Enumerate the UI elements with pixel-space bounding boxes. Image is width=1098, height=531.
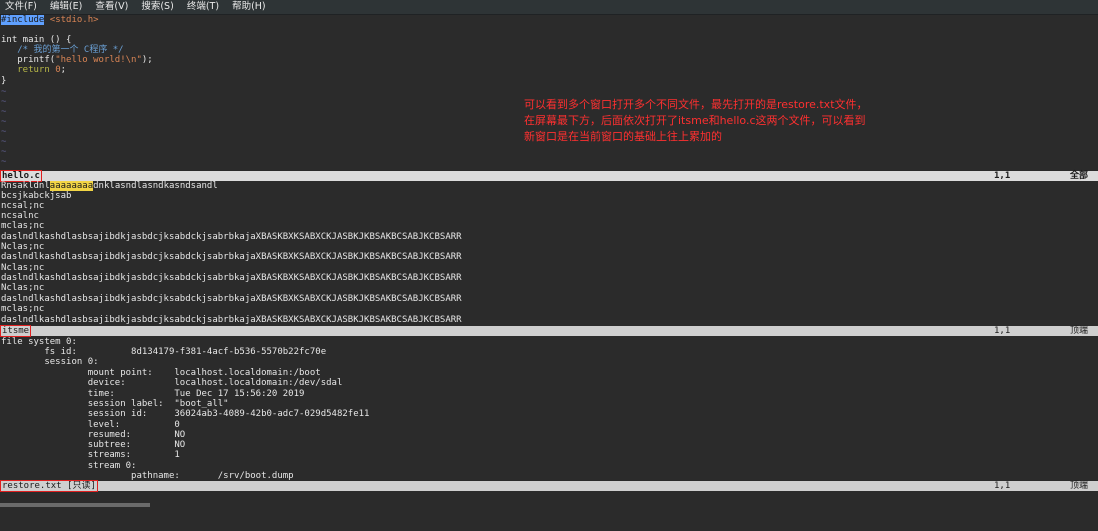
search-highlight: aaaaaaaa [49,181,94,191]
code-line: printf("hello world!\n"); [1,55,153,65]
menu-terminal[interactable]: 终端(T) [182,0,224,14]
text-line: Nclas;nc [1,263,45,273]
scroll-indicator: 顶端 [1069,481,1088,491]
text-line: subtree: NO [1,440,186,450]
empty-line-marker: ~ [1,117,7,127]
menu-view[interactable]: 查看(V) [90,0,133,14]
status-line-itsme[interactable]: itsme 1,1 顶端 [0,325,1098,337]
horizontal-scrollbar[interactable] [0,503,150,507]
empty-line-marker: ~ [1,137,7,147]
printf-end: ); [141,55,153,65]
text-line: ncsalnc [1,211,39,221]
text-line: file system 0: [1,337,77,347]
text-suffix: dnklasndlasndkasndsandl [93,181,218,191]
status-filename: itsme [0,325,32,337]
text-line: pathname: /srv/boot.dump [1,471,294,481]
menu-help[interactable]: 帮助(H) [227,0,271,14]
annotation-line: 在屏幕最下方，后面依次打开了itsme和hello.c这两个文件，可以看到 [524,114,866,127]
code-line: #include <stdio.h> [1,15,99,25]
text-line: daslndlkashdlasbsajibdkjasbdcjksabdckjsa… [1,294,462,304]
code-line: return 0; [1,65,66,75]
text-prefix: Rnsakldnl [1,181,50,191]
empty-line-marker: ~ [1,127,7,137]
text-line: level: 0 [1,420,180,430]
code-line: } [1,76,7,86]
text-line: time: Tue Dec 17 15:56:20 2019 [1,389,305,399]
text-line: Nclas;nc [1,283,45,293]
text-line: session id: 36024ab3-4089-42b0-adc7-029d… [1,409,370,419]
return-keyword: return [1,65,56,75]
annotation-line: 可以看到多个窗口打开多个不同文件，最先打开的是restore.txt文件， [524,98,868,111]
code-comment: /* 我的第一个 C程序 */ [1,45,124,55]
text-line: streams: 1 [1,450,180,460]
status-line-restore[interactable]: restore.txt [只读] 1,1 顶端 [0,480,1098,492]
empty-line-marker: ~ [1,97,7,107]
text-line: Nclas;nc [1,242,45,252]
scroll-indicator: 顶端 [1069,326,1088,336]
terminal-area[interactable]: #include <stdio.h> int main () { /* 我的第一… [0,15,1098,507]
text-line: session label: "boot_all" [1,399,229,409]
annotation-line: 新窗口是在当前窗口的基础上往上累加的 [524,130,722,143]
text-line: fs id: 8d134179-f381-4acf-b536-5570b22fc… [1,347,327,357]
semicolon: ; [60,65,67,75]
empty-line-marker: ~ [1,87,7,97]
status-filename: restore.txt [只读] [0,480,98,492]
include-directive: #include [1,15,45,25]
text-line: daslndlkashdlasbsajibdkjasbdcjksabdckjsa… [1,273,462,283]
text-line: bcsjkabckjsab [1,191,72,201]
status-line-hello[interactable]: hello.c 1,1 全部 [0,170,1098,182]
text-line: mclas;nc [1,304,45,314]
text-line: mclas;nc [1,221,45,231]
empty-line-marker: ~ [1,107,7,117]
empty-line-marker: ~ [1,147,7,157]
text-line: Rnsakldnlaaaaaaaadnklasndlasndkasndsandl [1,181,218,191]
text-line: device: localhost.localdomain:/dev/sdal [1,378,343,388]
empty-line-marker: ~ [1,157,7,167]
text-line: ncsal;nc [1,201,45,211]
menu-edit[interactable]: 编辑(E) [45,0,87,14]
cursor-position: 1,1 [994,326,1011,336]
text-line: daslndlkashdlasbsajibdkjasbdcjksabdckjsa… [1,232,462,242]
text-line: session 0: [1,357,99,367]
include-header: <stdio.h> [49,15,99,25]
scroll-indicator: 全部 [1069,171,1088,181]
text-line: daslndlkashdlasbsajibdkjasbdcjksabdckjsa… [1,315,462,325]
cursor-position: 1,1 [994,481,1011,491]
cursor-position: 1,1 [994,171,1011,181]
text-line: stream 0: [1,461,137,471]
annotation-note: 可以看到多个窗口打开多个不同文件，最先打开的是restore.txt文件， 在屏… [524,97,904,145]
text-line: daslndlkashdlasbsajibdkjasbdcjksabdckjsa… [1,252,462,262]
string-literal: "hello world!\n" [55,55,142,65]
printf-call: printf( [1,55,56,65]
menu-bar: 文件(F) 编辑(E) 查看(V) 搜索(S) 终端(T) 帮助(H) [0,0,1098,15]
status-filename: hello.c [0,170,42,182]
menu-search[interactable]: 搜索(S) [136,0,178,14]
menu-file[interactable]: 文件(F) [0,0,42,14]
text-line: resumed: NO [1,430,186,440]
code-line: int main () { [1,35,72,45]
text-line: mount point: localhost.localdomain:/boot [1,368,321,378]
